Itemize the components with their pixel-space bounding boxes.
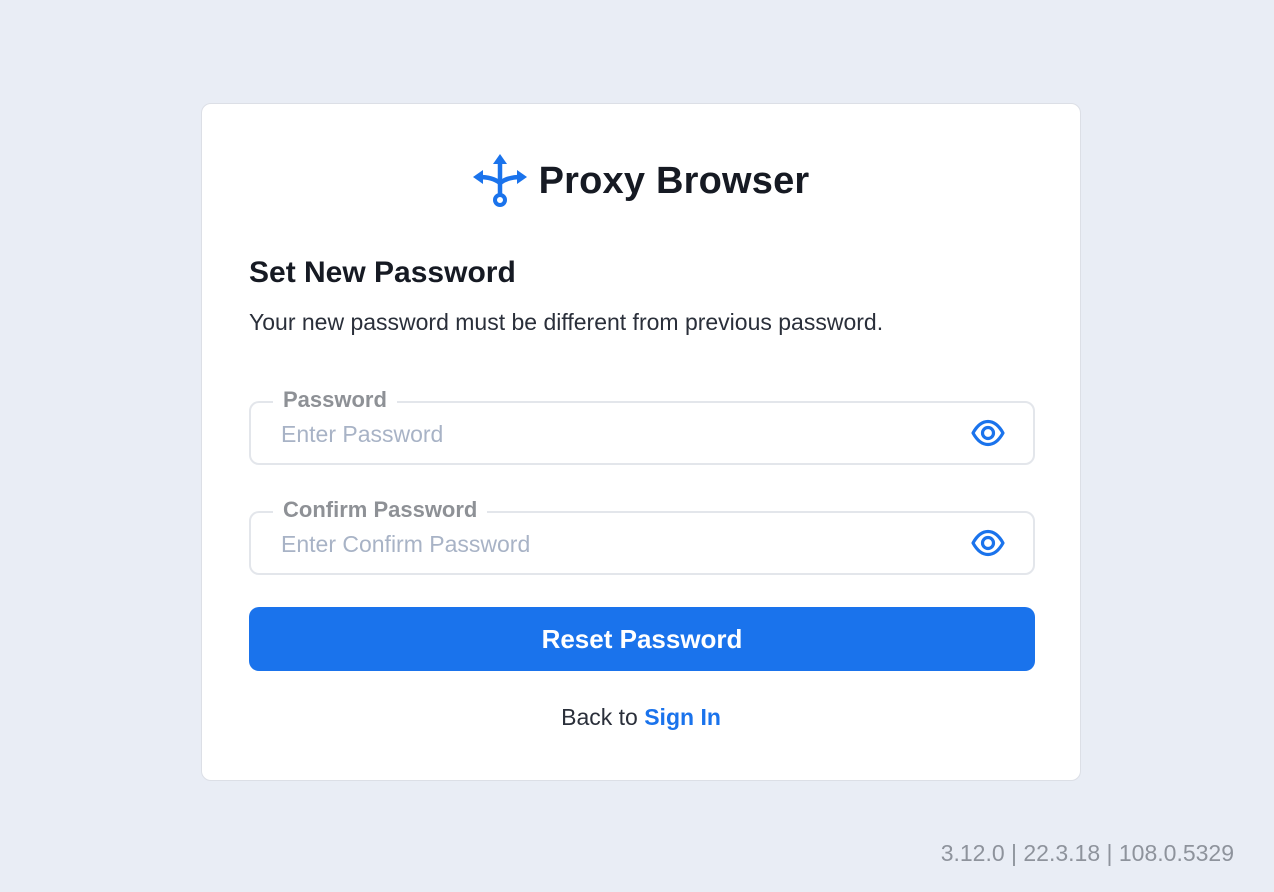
page-subtitle: Your new password must be different from… — [249, 309, 884, 335]
confirm-password-field: Confirm Password — [249, 496, 1035, 575]
password-label: Password — [273, 386, 397, 414]
version-info: 3.12.0 | 22.3.18 | 108.0.5329 — [940, 840, 1234, 866]
password-field: Password — [249, 386, 1035, 465]
eye-icon[interactable] — [971, 528, 1005, 558]
page-title: Set New Password — [249, 256, 516, 289]
back-to-sign-in: Back to Sign In — [202, 704, 1080, 731]
reset-password-button[interactable]: Reset Password — [249, 607, 1035, 671]
reset-password-card: Proxy Browser Set New Password Your new … — [201, 103, 1081, 781]
confirm-password-input[interactable] — [281, 525, 941, 563]
split-arrows-icon — [472, 154, 527, 207]
back-text: Back to — [561, 704, 645, 730]
app-name: Proxy Browser — [538, 159, 810, 202]
eye-icon[interactable] — [971, 418, 1005, 448]
confirm-password-label: Confirm Password — [273, 496, 488, 524]
brand-header: Proxy Browser — [202, 150, 1080, 212]
password-input[interactable] — [281, 415, 941, 453]
sign-in-link[interactable]: Sign In — [644, 704, 721, 730]
